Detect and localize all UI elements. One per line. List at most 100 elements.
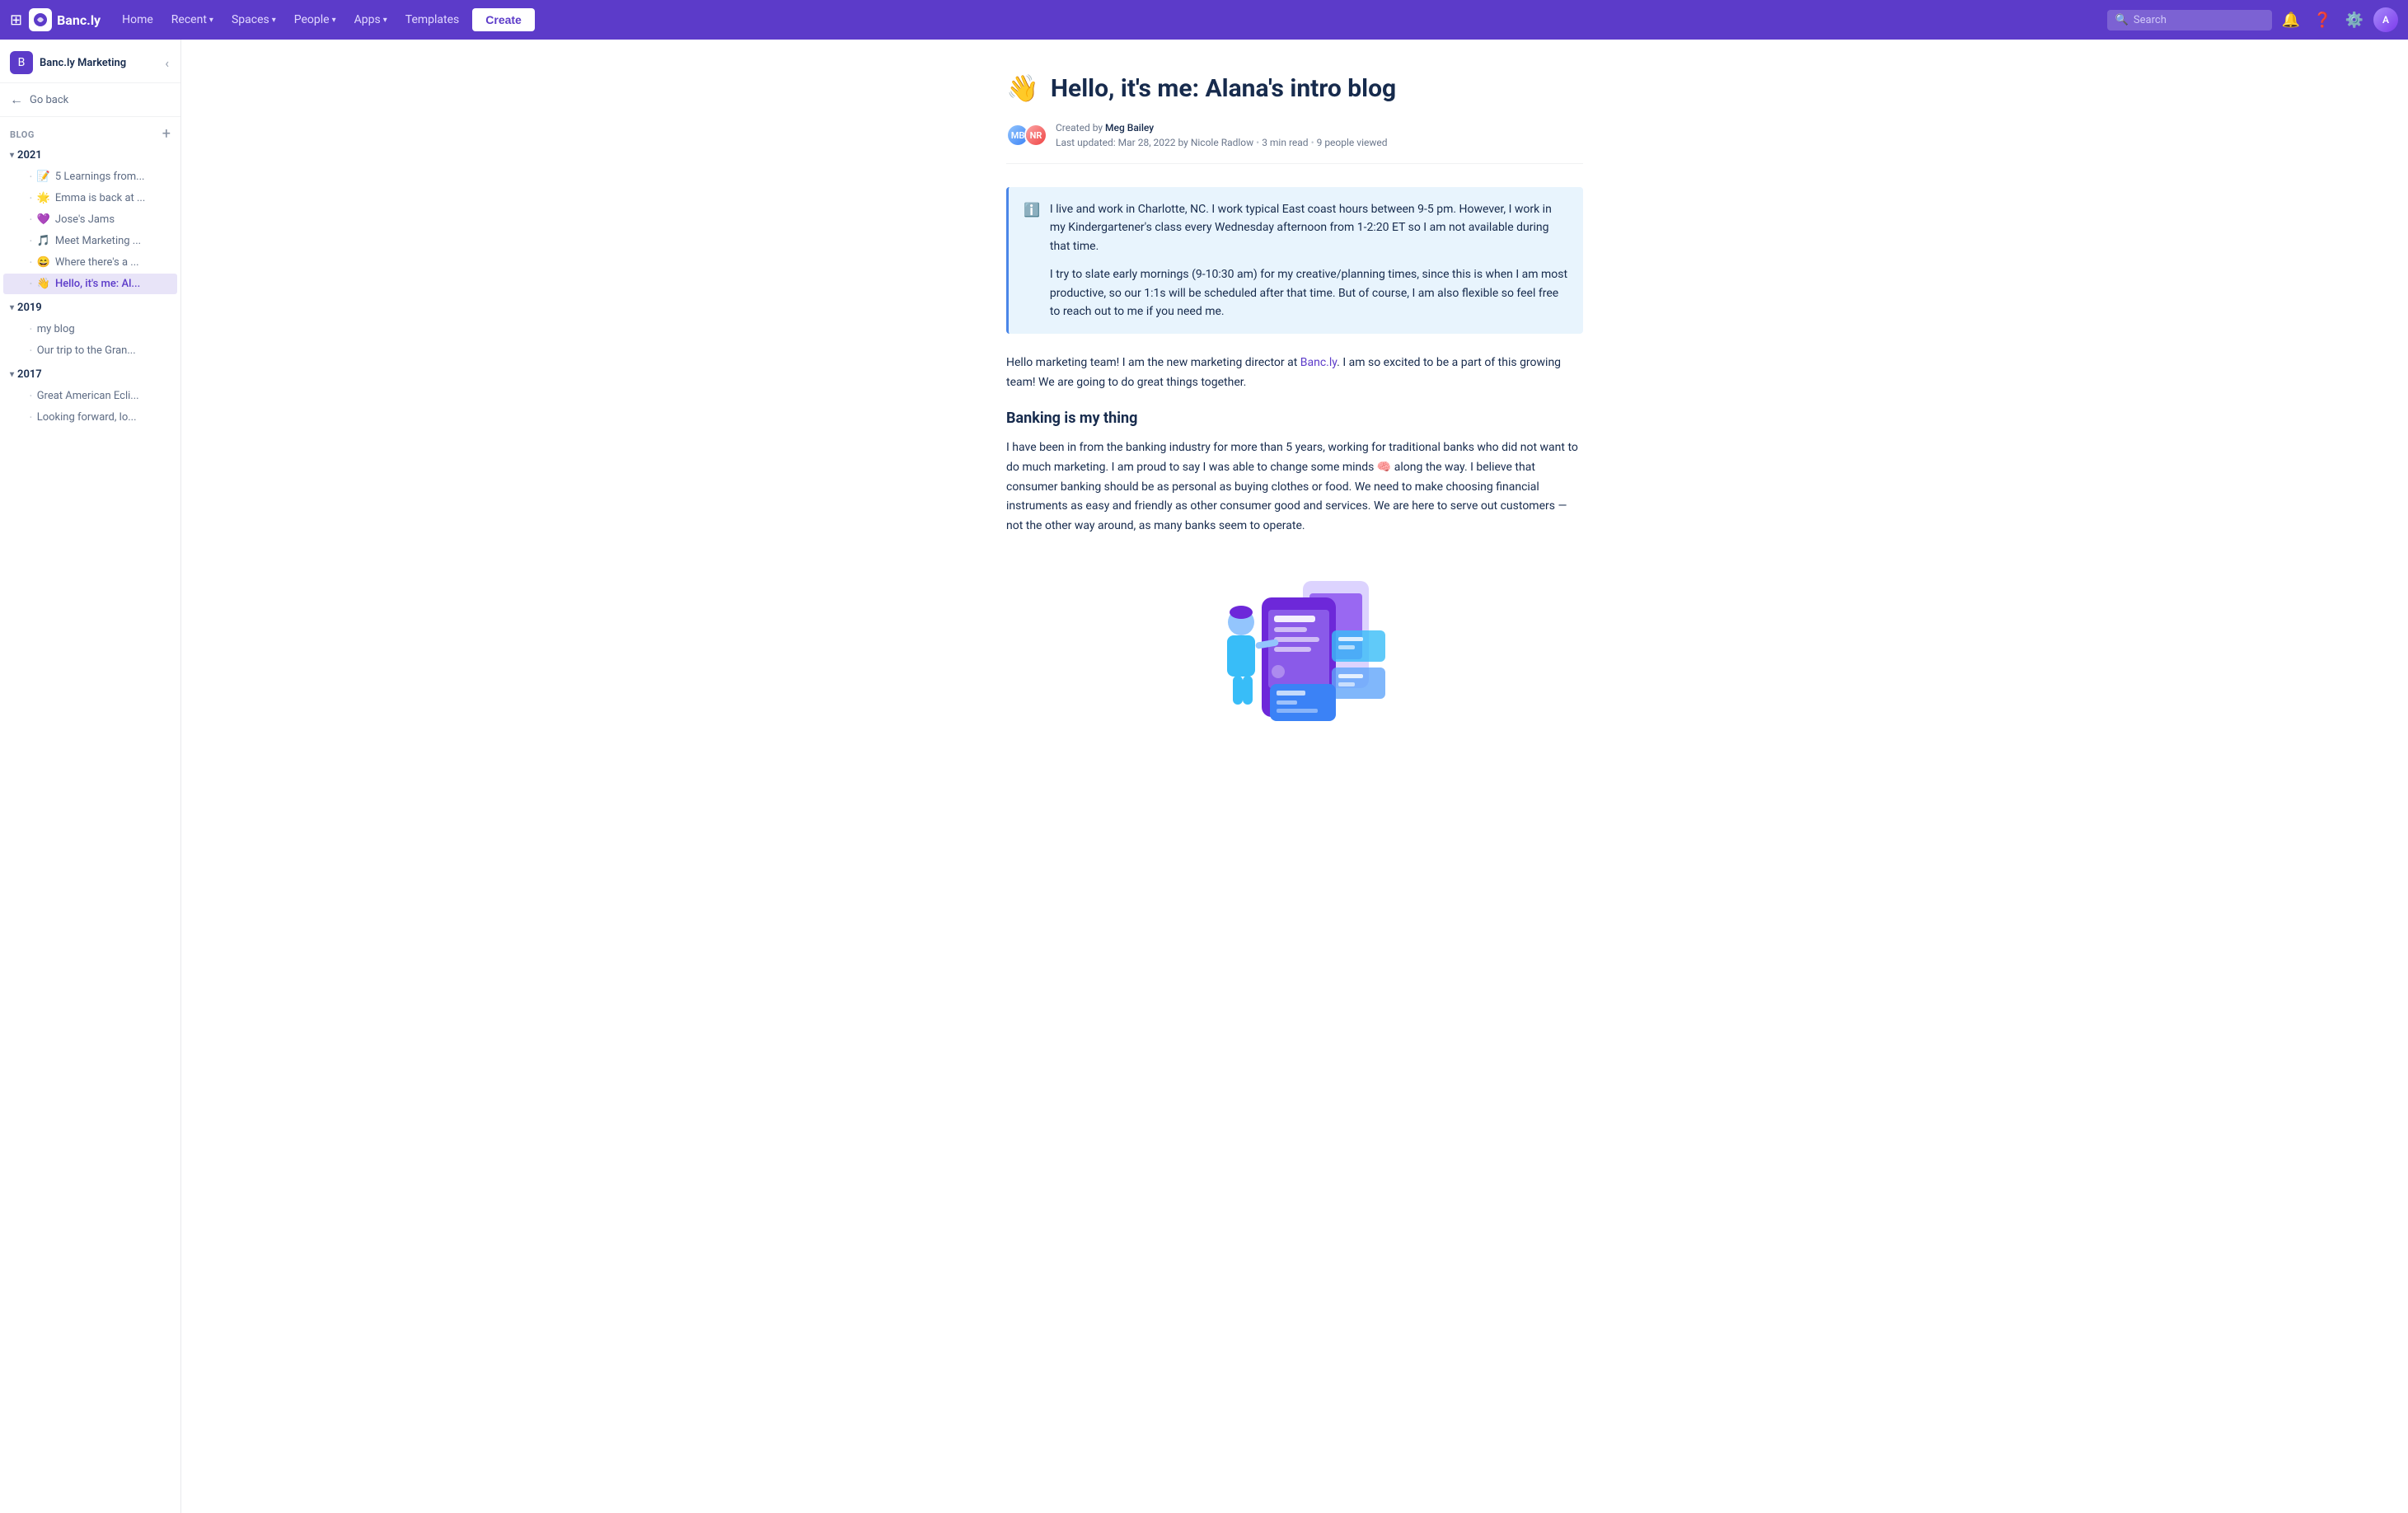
info-para-1: I live and work in Charlotte, NC. I work… bbox=[1050, 200, 1568, 255]
year-2021-label: 2021 bbox=[17, 149, 42, 162]
year-2021-toggle[interactable]: ▾ 2021 bbox=[0, 145, 180, 166]
nav-recent[interactable]: Recent ▾ bbox=[163, 8, 222, 31]
page-title-emoji: 👋 bbox=[1006, 73, 1039, 104]
views-count: 9 people viewed bbox=[1317, 137, 1388, 148]
bullet-icon: • bbox=[30, 392, 32, 400]
year-2017-label: 2017 bbox=[17, 368, 42, 381]
read-time: 3 min read bbox=[1262, 137, 1308, 148]
sidebar-item-emma[interactable]: • 🌟 Emma is back at ... bbox=[3, 188, 177, 208]
logo-text: Banc.ly bbox=[57, 12, 101, 28]
sidebar-item-label: Hello, it's me: Al... bbox=[55, 278, 140, 290]
sidebar-item-meet-marketing[interactable]: • 🎵 Meet Marketing ... bbox=[3, 231, 177, 251]
app-layout: B Banc.ly Marketing ‹ ← Go back BLOG + ▾… bbox=[0, 40, 2408, 1513]
illustration-container bbox=[1006, 556, 1583, 721]
logo[interactable]: Banc.ly bbox=[29, 8, 101, 31]
created-by-name: Meg Bailey bbox=[1105, 122, 1154, 134]
chevron-down-icon: ▾ bbox=[209, 16, 213, 25]
add-section-button[interactable]: + bbox=[162, 127, 171, 142]
bullet-icon: • bbox=[30, 173, 32, 180]
page-title: Hello, it's me: Alana's intro blog bbox=[1051, 74, 1396, 103]
meta-text: Created by Meg Bailey Last updated: Mar … bbox=[1056, 120, 1388, 150]
settings-icon[interactable]: ⚙️ bbox=[2342, 8, 2367, 32]
top-navigation: ⊞ Banc.ly Home Recent ▾ Spaces ▾ People … bbox=[0, 0, 2408, 40]
chevron-down-icon: ▾ bbox=[10, 303, 14, 312]
back-arrow-icon: ← bbox=[10, 91, 23, 108]
sidebar-item-label: Our trip to the Gran... bbox=[37, 344, 136, 357]
avatar[interactable]: A bbox=[2373, 7, 2398, 32]
nav-home[interactable]: Home bbox=[114, 8, 162, 31]
info-para-2: I try to slate early mornings (9-10:30 a… bbox=[1050, 265, 1568, 321]
notifications-icon[interactable]: 🔔 bbox=[2279, 8, 2303, 32]
sidebar-item-hello-alana[interactable]: • 👋 Hello, it's me: Al... bbox=[3, 274, 177, 294]
help-icon[interactable]: ❓ bbox=[2310, 8, 2335, 32]
search-bar[interactable]: 🔍 Search bbox=[2107, 10, 2272, 30]
year-2019-toggle[interactable]: ▾ 2019 bbox=[0, 297, 180, 318]
blog-section-header: BLOG + bbox=[0, 117, 180, 145]
year-2017-toggle[interactable]: ▾ 2017 bbox=[0, 364, 180, 385]
created-by-label: Created by bbox=[1056, 122, 1103, 134]
banking-illustration bbox=[1188, 556, 1402, 721]
nav-templates[interactable]: Templates bbox=[397, 8, 468, 31]
page-title-row: 👋 Hello, it's me: Alana's intro blog bbox=[1006, 73, 1583, 104]
space-icon: B bbox=[10, 51, 33, 74]
sidebar-item-label: Where there's a ... bbox=[55, 256, 139, 269]
go-back-label: Go back bbox=[30, 94, 68, 106]
sidebar: B Banc.ly Marketing ‹ ← Go back BLOG + ▾… bbox=[0, 40, 181, 1513]
sidebar-item-great-american[interactable]: • Great American Ecli... bbox=[3, 386, 177, 406]
bullet-icon: • bbox=[30, 194, 32, 202]
sidebar-header: B Banc.ly Marketing ‹ bbox=[0, 40, 180, 83]
search-icon: 🔍 bbox=[2115, 14, 2129, 26]
year-group-2021: ▾ 2021 • 📝 5 Learnings from... • 🌟 Emma … bbox=[0, 145, 180, 294]
create-button[interactable]: Create bbox=[472, 8, 535, 31]
nav-people[interactable]: People ▾ bbox=[286, 8, 344, 31]
sidebar-item-label: Emma is back at ... bbox=[55, 192, 145, 204]
nav-apps[interactable]: Apps ▾ bbox=[346, 8, 396, 31]
bullet-icon: • bbox=[30, 326, 32, 333]
info-icon: ℹ️ bbox=[1024, 202, 1040, 321]
bullet-icon: • bbox=[30, 280, 32, 288]
grid-icon[interactable]: ⊞ bbox=[10, 12, 22, 29]
chevron-down-icon: ▾ bbox=[10, 370, 14, 379]
content-inner: 👋 Hello, it's me: Alana's intro blog MB … bbox=[957, 40, 1633, 807]
sidebar-item-label: Meet Marketing ... bbox=[55, 235, 141, 247]
intro-text-pre: Hello marketing team! I am the new marke… bbox=[1006, 356, 1300, 369]
sidebar-item-grand-trip[interactable]: • Our trip to the Gran... bbox=[3, 340, 177, 361]
main-content: 👋 Hello, it's me: Alana's intro blog MB … bbox=[181, 40, 2408, 1513]
sidebar-collapse-button[interactable]: ‹ bbox=[163, 54, 171, 73]
chevron-down-icon: ▾ bbox=[383, 16, 387, 25]
avatar-nicole: NR bbox=[1024, 124, 1047, 147]
meta-avatars: MB NR bbox=[1006, 124, 1047, 147]
space-name: Banc.ly Marketing bbox=[40, 57, 163, 69]
sidebar-item-label: Jose's Jams bbox=[55, 213, 115, 226]
chevron-down-icon: ▾ bbox=[272, 16, 276, 25]
sidebar-item-my-blog[interactable]: • my blog bbox=[3, 319, 177, 340]
year-2019-label: 2019 bbox=[17, 302, 42, 314]
bullet-icon: • bbox=[30, 237, 32, 245]
logo-icon bbox=[29, 8, 52, 31]
section1-heading: Banking is my thing bbox=[1006, 410, 1583, 427]
bullet-icon: • bbox=[30, 259, 32, 266]
search-placeholder: Search bbox=[2134, 14, 2167, 26]
nav-spaces[interactable]: Spaces ▾ bbox=[223, 8, 284, 31]
bullet-icon: • bbox=[30, 414, 32, 421]
sidebar-item-5-learnings[interactable]: • 📝 5 Learnings from... bbox=[3, 166, 177, 187]
year-group-2019: ▾ 2019 • my blog • Our trip to the Gran.… bbox=[0, 297, 180, 361]
sidebar-item-label: my blog bbox=[37, 323, 75, 335]
last-updated: Last updated: Mar 28, 2022 by Nicole Rad… bbox=[1056, 137, 1253, 148]
sidebar-item-looking-forward[interactable]: • Looking forward, lo... bbox=[3, 407, 177, 428]
year-group-2017: ▾ 2017 • Great American Ecli... • Lookin… bbox=[0, 364, 180, 428]
sidebar-item-label: Great American Ecli... bbox=[37, 390, 139, 402]
page-meta: MB NR Created by Meg Bailey Last updated… bbox=[1006, 120, 1583, 164]
chevron-down-icon: ▾ bbox=[10, 151, 14, 160]
info-box: ℹ️ I live and work in Charlotte, NC. I w… bbox=[1006, 187, 1583, 334]
bancly-link[interactable]: Banc.ly bbox=[1300, 356, 1337, 369]
sidebar-item-jose-jams[interactable]: • 💜 Jose's Jams bbox=[3, 209, 177, 230]
sidebar-item-label: 5 Learnings from... bbox=[55, 171, 145, 183]
nav-right: 🔍 Search 🔔 ❓ ⚙️ A bbox=[2107, 7, 2398, 32]
sidebar-item-label: Looking forward, lo... bbox=[37, 411, 137, 424]
go-back-button[interactable]: ← Go back bbox=[0, 83, 180, 117]
sidebar-item-where-theres[interactable]: • 😄 Where there's a ... bbox=[3, 252, 177, 273]
info-box-content: I live and work in Charlotte, NC. I work… bbox=[1050, 200, 1568, 321]
bullet-icon: • bbox=[30, 216, 32, 223]
section1-text: I have been in from the banking industry… bbox=[1006, 438, 1583, 536]
